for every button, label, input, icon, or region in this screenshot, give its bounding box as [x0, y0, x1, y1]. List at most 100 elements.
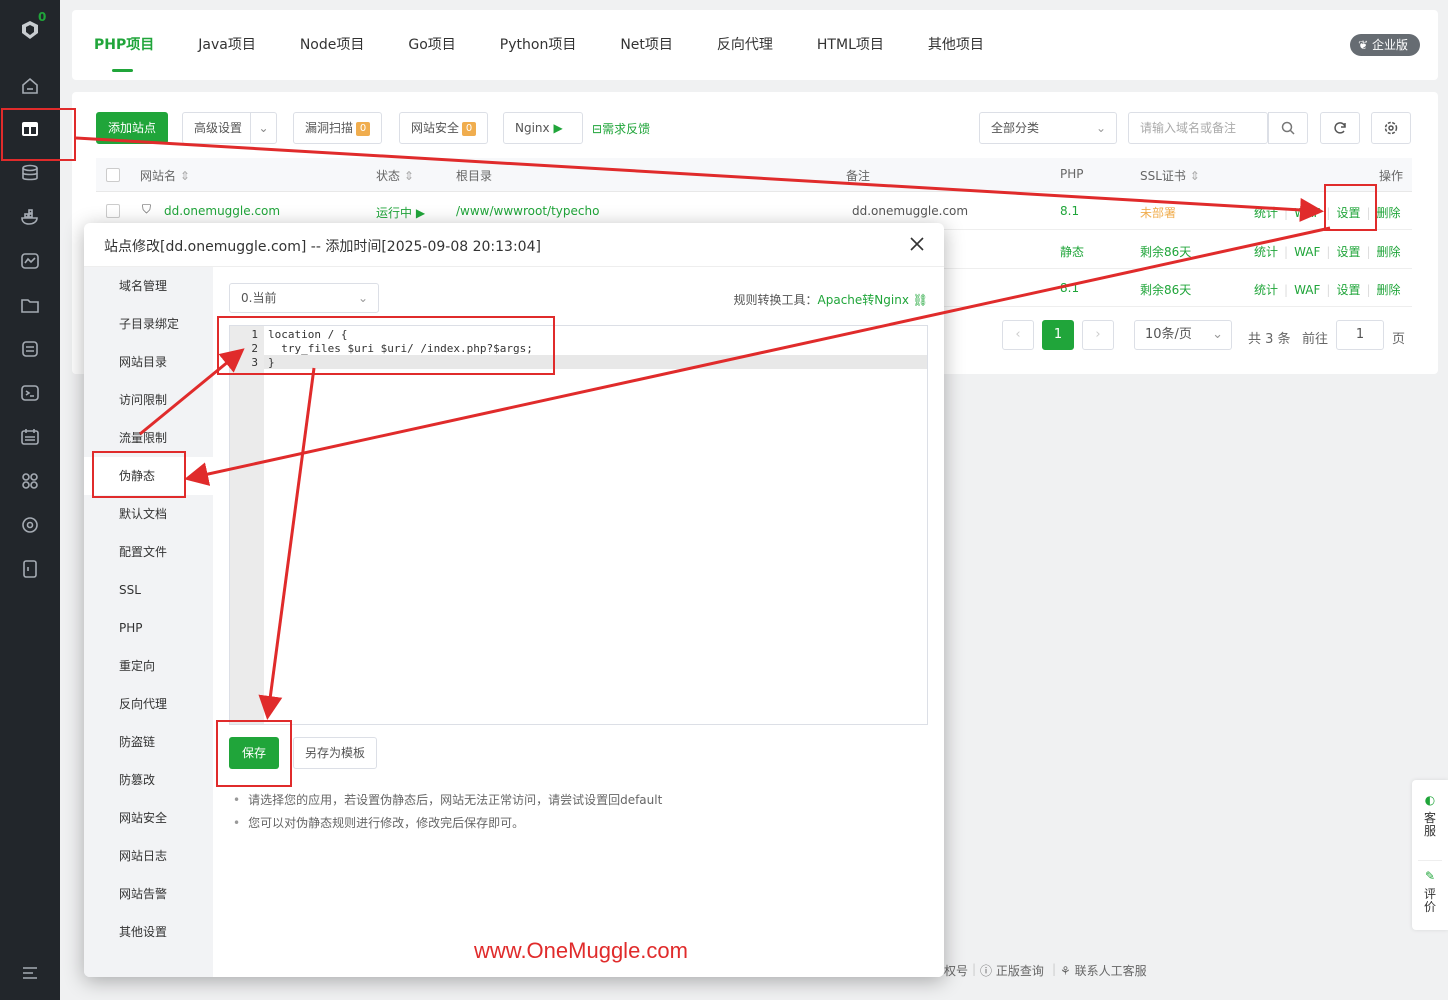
database-icon[interactable]: [20, 163, 40, 183]
apache-to-nginx-link[interactable]: Apache转Nginx: [818, 293, 909, 307]
ssl-status[interactable]: 剩余86天: [1140, 243, 1191, 260]
rewrite-code-editor[interactable]: 1 2 3 location / { try_files $uri $uri/ …: [229, 325, 928, 725]
tab-reverse-proxy[interactable]: 反向代理: [717, 34, 773, 72]
chevron-down-icon[interactable]: ⌄: [250, 113, 276, 143]
calendar-icon[interactable]: [20, 427, 40, 447]
tab-other[interactable]: 其他项目: [928, 34, 984, 72]
vuln-scan-button[interactable]: 漏洞扫描 0: [293, 112, 383, 144]
php-version[interactable]: 8.1: [1060, 204, 1079, 218]
page-goto-input[interactable]: 1: [1336, 320, 1384, 350]
footer-support-link[interactable]: ⚘ 联系人工客服: [1060, 962, 1147, 979]
side-item-site-log[interactable]: 网站日志: [84, 837, 213, 875]
docker-icon[interactable]: [20, 207, 40, 227]
waf-link[interactable]: WAF: [1294, 283, 1320, 297]
settings-link[interactable]: 设置: [1336, 245, 1360, 259]
side-item-traffic-limit[interactable]: 流量限制: [84, 419, 213, 457]
row-checkbox[interactable]: [106, 204, 120, 218]
ssl-status[interactable]: 未部署: [1140, 204, 1176, 221]
search-button[interactable]: [1268, 112, 1308, 144]
delete-link[interactable]: 删除: [1377, 283, 1401, 297]
home-icon[interactable]: [20, 76, 40, 96]
goto-label: 前往: [1302, 332, 1329, 347]
prev-page-button[interactable]: ‹: [1002, 320, 1034, 350]
side-item-rewrite[interactable]: 伪静态: [84, 457, 213, 495]
page-1-button[interactable]: 1: [1042, 320, 1074, 350]
stats-link[interactable]: 统计: [1254, 283, 1278, 297]
code-line: try_files $uri $uri/ /index.php?$args;: [268, 342, 533, 355]
side-item-tamper-proof[interactable]: 防篡改: [84, 761, 213, 799]
side-item-hotlink[interactable]: 防盗链: [84, 723, 213, 761]
side-item-ssl[interactable]: SSL: [84, 571, 213, 609]
delete-link[interactable]: 删除: [1377, 206, 1401, 220]
website-icon[interactable]: [20, 119, 40, 139]
enterprise-badge[interactable]: ❦ 企业版: [1350, 34, 1420, 56]
category-select[interactable]: 全部分类 ⌄: [979, 112, 1117, 144]
save-button[interactable]: 保存: [229, 737, 279, 769]
search-input[interactable]: 请输入域名或备注: [1128, 112, 1268, 144]
site-security-button[interactable]: 网站安全 0: [399, 112, 489, 144]
ssl-status[interactable]: 剩余86天: [1140, 281, 1191, 298]
footer-genuine-link[interactable]: ⓘ 正版查询: [980, 962, 1044, 979]
advanced-settings-button[interactable]: 高级设置 ⌄: [182, 112, 278, 144]
side-item-other-settings[interactable]: 其他设置: [84, 913, 213, 951]
waf-link[interactable]: WAF: [1294, 245, 1320, 259]
side-item-default-doc[interactable]: 默认文档: [84, 495, 213, 533]
logout-icon[interactable]: [20, 559, 40, 579]
customer-service-button[interactable]: 客服: [1422, 812, 1438, 838]
tab-net[interactable]: Net项目: [620, 34, 673, 72]
save-as-template-button[interactable]: 另存为模板: [293, 737, 377, 769]
tab-java[interactable]: Java项目: [198, 34, 256, 72]
tab-go[interactable]: Go项目: [408, 34, 455, 72]
log-icon[interactable]: [20, 339, 40, 359]
folder-icon[interactable]: [20, 295, 40, 315]
menu-collapse-icon[interactable]: [21, 964, 39, 982]
rewrite-template-select[interactable]: 0.当前 ⌄: [229, 283, 379, 313]
side-item-domain[interactable]: 域名管理: [84, 267, 213, 305]
settings-link[interactable]: 设置: [1336, 206, 1360, 220]
page-size-select[interactable]: 10条/页 ⌄: [1134, 320, 1232, 350]
waf-link[interactable]: WAF: [1294, 206, 1320, 220]
line-number: 3: [251, 356, 258, 369]
nginx-button[interactable]: Nginx ▶: [503, 112, 583, 144]
side-item-subdir[interactable]: 子目录绑定: [84, 305, 213, 343]
apps-icon[interactable]: [20, 471, 40, 491]
side-item-php[interactable]: PHP: [84, 609, 213, 647]
side-item-site-alert[interactable]: 网站告警: [84, 875, 213, 913]
tab-python[interactable]: Python项目: [500, 34, 577, 72]
refresh-button[interactable]: [1320, 112, 1360, 144]
side-item-access-limit[interactable]: 访问限制: [84, 381, 213, 419]
feedback-link[interactable]: ⊟需求反馈: [592, 120, 650, 137]
select-all-checkbox[interactable]: [106, 168, 120, 182]
close-icon[interactable]: [908, 235, 926, 253]
review-button[interactable]: 评价: [1422, 888, 1438, 914]
tab-html[interactable]: HTML项目: [817, 34, 884, 72]
footer-item[interactable]: 权号: [944, 962, 968, 979]
status-running[interactable]: 运行中 ▶: [376, 204, 425, 221]
stats-link[interactable]: 统计: [1254, 206, 1278, 220]
col-ssl[interactable]: SSL证书 ⇕: [1140, 167, 1200, 184]
tab-node[interactable]: Node项目: [300, 34, 365, 72]
side-item-reverse-proxy[interactable]: 反向代理: [84, 685, 213, 723]
terminal-icon[interactable]: [20, 383, 40, 403]
next-page-button[interactable]: ›: [1082, 320, 1114, 350]
site-name-link[interactable]: dd.onemuggle.com: [164, 204, 280, 218]
side-item-site-dir[interactable]: 网站目录: [84, 343, 213, 381]
stats-link[interactable]: 统计: [1254, 245, 1278, 259]
col-status[interactable]: 状态 ⇕: [376, 167, 414, 184]
php-version[interactable]: 8.1: [1060, 281, 1079, 295]
settings-link[interactable]: 设置: [1336, 283, 1360, 297]
col-site-name[interactable]: 网站名 ⇕: [140, 167, 190, 184]
side-item-config-file[interactable]: 配置文件: [84, 533, 213, 571]
delete-link[interactable]: 删除: [1377, 245, 1401, 259]
php-version[interactable]: 静态: [1060, 243, 1084, 260]
side-item-site-security[interactable]: 网站安全: [84, 799, 213, 837]
monitor-icon[interactable]: [20, 251, 40, 271]
table-settings-button[interactable]: [1371, 112, 1411, 144]
tab-php[interactable]: PHP项目: [94, 34, 154, 72]
settings-icon[interactable]: [20, 515, 40, 535]
search-icon: [1281, 121, 1295, 135]
root-dir-link[interactable]: /www/wwwroot/typecho: [456, 204, 599, 218]
col-remark: 备注: [846, 169, 871, 183]
side-item-redirect[interactable]: 重定向: [84, 647, 213, 685]
add-site-button[interactable]: 添加站点: [96, 112, 169, 144]
